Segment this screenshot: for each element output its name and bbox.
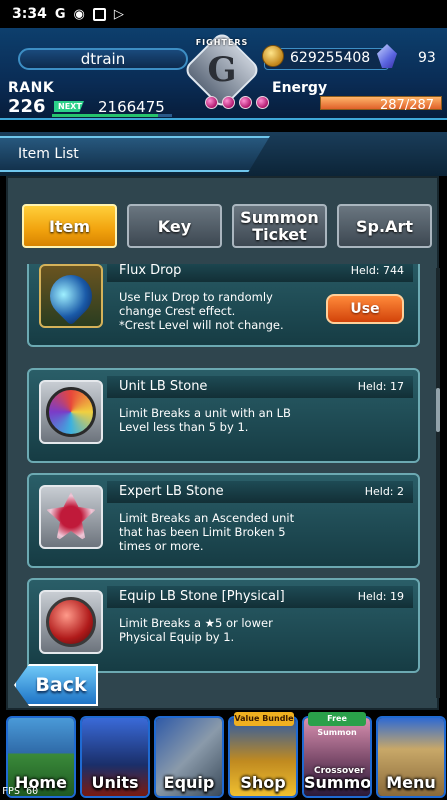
status-time: 3:34 (12, 6, 47, 22)
use-button[interactable]: Use (326, 294, 404, 324)
rank-label: RANK (8, 80, 55, 96)
category-tabs: Item Key Summon Ticket Sp.Art (22, 204, 434, 248)
item-held: Held: 744 (350, 264, 404, 277)
tab-item[interactable]: Item (22, 204, 117, 248)
energy-label: Energy (272, 80, 328, 96)
list-item[interactable]: Unit LB Stone Held: 17 Limit Breaks a un… (27, 368, 420, 463)
player-name: dtrain (18, 48, 188, 70)
gem-row (205, 96, 269, 109)
item-description: Use Flux Drop to randomly change Crest e… (119, 290, 284, 332)
page-title: Item List (18, 146, 79, 162)
item-name: Unit LB Stone (119, 379, 208, 394)
google-icon: G (54, 6, 66, 22)
item-description: Limit Breaks a ★5 or lower Physical Equi… (119, 616, 273, 644)
rank-value: 226 (8, 96, 46, 117)
list-item[interactable]: Expert LB Stone Held: 2 Limit Breaks an … (27, 473, 420, 568)
item-description: Limit Breaks an Ascended unit that has b… (119, 511, 295, 553)
energy-value: 287/287 (380, 98, 435, 113)
fps-counter: FPS 60 (2, 786, 39, 797)
flux-drop-icon (39, 264, 103, 328)
crossover-label: Crossover (314, 766, 365, 776)
gem-icon (239, 96, 252, 109)
nav-equip-button[interactable]: Equip (154, 716, 224, 798)
play-icon: ▷ (113, 6, 124, 22)
gallery-icon (92, 7, 106, 21)
nav-shop-button[interactable]: Shop (228, 716, 298, 798)
nav-label: Equip (163, 773, 215, 792)
exp-bar (52, 114, 172, 117)
player-header: dtrain RANK 226 NEXT 2166475 G FIGHTERS … (0, 28, 447, 120)
item-held: Held: 19 (357, 590, 404, 603)
item-name: Flux Drop (119, 264, 182, 278)
status-bar: 3:34 G ◉ ▷ (0, 0, 447, 28)
unit-lb-stone-icon (39, 380, 103, 444)
item-description: Limit Breaks a unit with an LB Level les… (119, 406, 291, 434)
gem-icon (256, 96, 269, 109)
value-bundle-badge: Value Bundle (234, 712, 294, 726)
item-held: Held: 2 (364, 485, 404, 498)
item-name: Expert LB Stone (119, 484, 224, 499)
expert-lb-stone-icon (39, 485, 103, 549)
gem-icon (205, 96, 218, 109)
lapis-value: 93 (418, 50, 436, 66)
gil-coin-icon (262, 45, 284, 67)
list-item[interactable]: Flux Drop Held: 744 Use Flux Drop to ran… (27, 264, 420, 347)
next-badge: NEXT (54, 101, 84, 112)
free-summon-badge: Free Summon (308, 712, 366, 737)
nav-label: Shop (240, 773, 286, 792)
item-name: Equip LB Stone [Physical] (119, 589, 285, 604)
gem-icon (222, 96, 235, 109)
notification-icon: ◉ (73, 6, 85, 22)
nav-label: Units (91, 773, 139, 792)
gil-value: 629255408 (290, 50, 371, 66)
list-item[interactable]: Equip LB Stone [Physical] Held: 19 Limit… (27, 578, 420, 673)
item-list[interactable]: Flux Drop Held: 744 Use Flux Drop to ran… (22, 264, 422, 704)
list-scrollbar[interactable] (436, 268, 440, 698)
tab-summon-ticket[interactable]: Summon Ticket (232, 204, 327, 248)
back-button[interactable]: Back (14, 664, 98, 706)
nav-menu-button[interactable]: Menu (376, 716, 446, 798)
tab-sp-art[interactable]: Sp.Art (337, 204, 432, 248)
tab-key[interactable]: Key (127, 204, 222, 248)
nav-label: Menu (386, 773, 436, 792)
item-held: Held: 17 (357, 380, 404, 393)
nav-units-button[interactable]: Units (80, 716, 150, 798)
equip-lb-stone-icon (39, 590, 103, 654)
